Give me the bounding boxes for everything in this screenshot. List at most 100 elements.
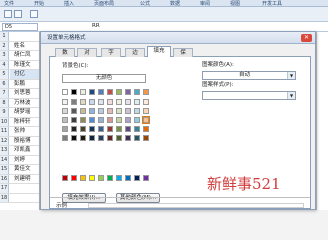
tab-font[interactable]: 字体 xyxy=(101,48,121,64)
color-swatch[interactable] xyxy=(134,108,140,114)
color-swatch[interactable] xyxy=(143,135,149,141)
color-swatch[interactable] xyxy=(62,117,68,123)
name-cell[interactable]: 付亿 xyxy=(10,70,39,79)
ribbon-tab-view[interactable]: 视图 xyxy=(230,0,240,7)
name-cell[interactable]: 刘思蓉 xyxy=(10,89,39,98)
standard-color-swatch[interactable] xyxy=(80,175,86,181)
color-swatch[interactable] xyxy=(125,126,131,132)
row-number[interactable]: 16 xyxy=(0,174,9,183)
color-swatch[interactable] xyxy=(80,89,86,95)
color-swatch[interactable] xyxy=(62,99,68,105)
color-swatch[interactable] xyxy=(116,89,122,95)
standard-color-swatch[interactable] xyxy=(143,175,149,181)
color-swatch[interactable] xyxy=(134,126,140,132)
color-swatch[interactable] xyxy=(134,99,140,105)
color-swatch[interactable] xyxy=(107,117,113,123)
color-swatch[interactable] xyxy=(80,135,86,141)
row-number[interactable]: 10 xyxy=(0,117,9,126)
color-swatch[interactable] xyxy=(134,135,140,141)
ribbon-tab-developer[interactable]: 开发工具 xyxy=(262,0,282,7)
color-swatch[interactable] xyxy=(71,99,77,105)
row-number[interactable]: 11 xyxy=(0,127,9,136)
row-number[interactable]: 8 xyxy=(0,98,9,107)
color-swatch[interactable] xyxy=(89,117,95,123)
name-cell[interactable]: 彭鹏 xyxy=(10,80,39,89)
undo-icon[interactable] xyxy=(4,10,12,18)
name-cell[interactable]: 陈梓轩 xyxy=(10,118,39,127)
standard-color-swatch[interactable] xyxy=(62,175,68,181)
color-swatch[interactable] xyxy=(107,108,113,114)
color-swatch[interactable] xyxy=(80,99,86,105)
color-swatch[interactable] xyxy=(98,89,104,95)
pattern-style-select[interactable]: ▼ xyxy=(202,91,296,100)
color-swatch[interactable] xyxy=(89,126,95,132)
no-color-button[interactable]: 无颜色 xyxy=(62,74,146,83)
color-swatch[interactable] xyxy=(116,99,122,105)
color-swatch[interactable] xyxy=(80,108,86,114)
standard-color-swatch[interactable] xyxy=(116,175,122,181)
name-cell[interactable]: 刘建明 xyxy=(10,175,39,184)
color-swatch[interactable] xyxy=(62,89,68,95)
tab-number[interactable]: 数字 xyxy=(55,48,75,64)
formula-content[interactable]: RR xyxy=(92,23,100,29)
color-swatch[interactable] xyxy=(125,108,131,114)
ribbon-tab-home[interactable]: 开始 xyxy=(34,0,44,7)
color-swatch[interactable] xyxy=(107,99,113,105)
color-swatch[interactable] xyxy=(143,99,149,105)
color-swatch[interactable] xyxy=(125,99,131,105)
row-number[interactable]: 6 xyxy=(0,79,9,88)
color-swatch[interactable] xyxy=(125,135,131,141)
color-swatch[interactable] xyxy=(116,126,122,132)
name-cell[interactable] xyxy=(10,184,39,193)
color-swatch[interactable] xyxy=(71,108,77,114)
name-cell[interactable]: 姓名 xyxy=(10,42,39,51)
name-cell[interactable]: 胡梦瑶 xyxy=(10,108,39,117)
color-swatch[interactable] xyxy=(98,108,104,114)
color-swatch[interactable] xyxy=(80,117,86,123)
color-swatch[interactable] xyxy=(116,135,122,141)
sort-icon[interactable] xyxy=(30,10,38,18)
color-swatch[interactable] xyxy=(116,117,122,123)
color-swatch[interactable] xyxy=(71,89,77,95)
color-swatch[interactable] xyxy=(89,135,95,141)
color-swatch[interactable] xyxy=(107,89,113,95)
pattern-color-select[interactable]: 自动 ▼ xyxy=(202,71,296,80)
color-swatch[interactable] xyxy=(62,108,68,114)
standard-color-swatch[interactable] xyxy=(107,175,113,181)
color-swatch[interactable] xyxy=(107,126,113,132)
color-swatch[interactable] xyxy=(116,108,122,114)
ribbon-tab-file[interactable]: 文件 xyxy=(4,0,14,7)
row-number[interactable]: 12 xyxy=(0,136,9,145)
row-number[interactable]: 2 xyxy=(0,41,9,50)
name-cell[interactable]: 邓凯鑫 xyxy=(10,146,39,155)
color-swatch[interactable] xyxy=(89,108,95,114)
row-number[interactable]: 1 xyxy=(0,32,9,41)
standard-color-swatch[interactable] xyxy=(125,175,131,181)
redo-icon[interactable] xyxy=(14,10,22,18)
color-swatch[interactable] xyxy=(62,135,68,141)
name-cell[interactable]: 刘婷 xyxy=(10,156,39,165)
color-swatch[interactable] xyxy=(98,135,104,141)
ribbon-tab-insert[interactable]: 插入 xyxy=(64,0,74,7)
color-swatch[interactable] xyxy=(89,99,95,105)
close-icon[interactable]: ✕ xyxy=(301,34,312,42)
color-swatch[interactable] xyxy=(125,117,131,123)
row-number[interactable]: 18 xyxy=(0,193,9,202)
ribbon-tab-review[interactable]: 审阅 xyxy=(200,0,210,7)
name-cell[interactable]: 陈瑾文 xyxy=(10,61,39,70)
ribbon-tab-formulas[interactable]: 公式 xyxy=(140,0,150,7)
chevron-down-icon[interactable]: ▼ xyxy=(287,92,295,99)
standard-color-swatch[interactable] xyxy=(89,175,95,181)
row-number[interactable]: 4 xyxy=(0,60,9,69)
color-swatch[interactable] xyxy=(71,126,77,132)
color-swatch[interactable] xyxy=(62,126,68,132)
ribbon-tab-data[interactable]: 数据 xyxy=(170,0,180,7)
color-swatch[interactable] xyxy=(143,126,149,132)
tab-alignment[interactable]: 对齐 xyxy=(77,48,97,64)
color-swatch[interactable] xyxy=(142,116,150,124)
color-swatch[interactable] xyxy=(71,117,77,123)
name-cell[interactable]: 胡仁凤 xyxy=(10,51,39,60)
standard-color-swatch[interactable] xyxy=(98,175,104,181)
row-number[interactable]: 9 xyxy=(0,108,9,117)
tab-border[interactable]: 边框 xyxy=(125,48,145,64)
